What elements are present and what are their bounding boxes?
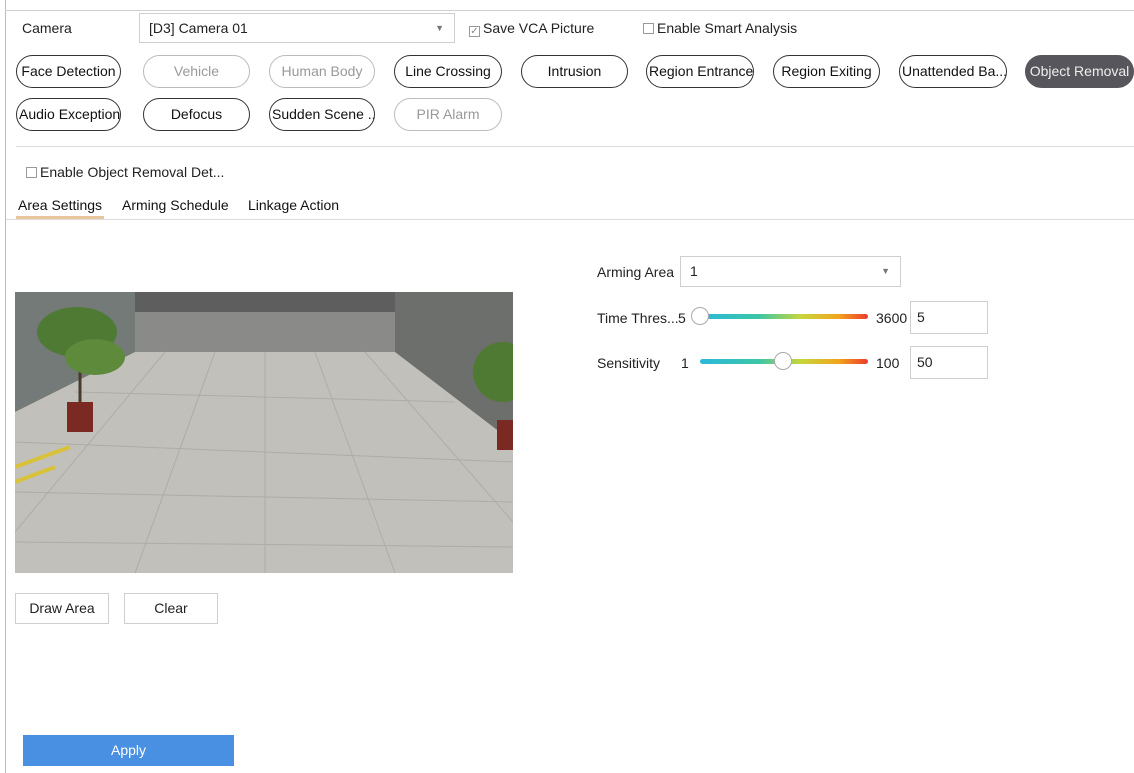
region-entrance-button[interactable]: Region Entrance bbox=[646, 55, 754, 88]
line-crossing-button[interactable]: Line Crossing bbox=[394, 55, 502, 88]
sensitivity-min: 1 bbox=[681, 355, 689, 371]
face-detection-button[interactable]: Face Detection bbox=[16, 55, 121, 88]
audio-exception-button[interactable]: Audio Exception bbox=[16, 98, 121, 131]
time-threshold-input[interactable]: 5 bbox=[910, 301, 988, 334]
time-threshold-label: Time Thres... bbox=[597, 310, 679, 326]
arming-area-label: Arming Area bbox=[597, 264, 675, 280]
clear-button[interactable]: Clear bbox=[124, 593, 218, 624]
sensitivity-input[interactable]: 50 bbox=[910, 346, 988, 379]
sensitivity-max: 100 bbox=[876, 355, 900, 371]
tab-arming-schedule[interactable]: Arming Schedule bbox=[122, 197, 229, 213]
section-divider bbox=[16, 146, 1134, 147]
camera-select-value: [D3] Camera 01 bbox=[149, 20, 248, 36]
sensitivity-slider-handle[interactable] bbox=[774, 352, 792, 370]
checkbox-icon bbox=[26, 167, 37, 178]
smart-analysis-label: Enable Smart Analysis bbox=[657, 20, 798, 36]
time-threshold-min: 5 bbox=[678, 310, 686, 326]
save-vca-label: Save VCA Picture bbox=[483, 20, 595, 36]
camera-select[interactable]: [D3] Camera 01 ▼ bbox=[139, 13, 455, 43]
sudden-scene-change-button[interactable]: Sudden Scene ... bbox=[269, 98, 375, 131]
save-vca-checkbox[interactable]: ✓ Save VCA Picture bbox=[469, 20, 594, 37]
camera-label: Camera bbox=[22, 20, 72, 36]
intrusion-button[interactable]: Intrusion bbox=[521, 55, 628, 88]
defocus-button[interactable]: Defocus bbox=[143, 98, 250, 131]
sensitivity-label: Sensitivity bbox=[597, 355, 661, 371]
caret-down-icon: ▼ bbox=[881, 266, 890, 276]
corridor-scene-image bbox=[15, 292, 513, 573]
human-body-button[interactable]: Human Body bbox=[269, 55, 375, 88]
checkbox-icon bbox=[643, 23, 654, 34]
region-exiting-button[interactable]: Region Exiting bbox=[773, 55, 880, 88]
enable-object-removal-label: Enable Object Removal Det... bbox=[40, 164, 225, 180]
tabs-divider bbox=[6, 219, 1134, 220]
smart-analysis-checkbox[interactable]: Enable Smart Analysis bbox=[643, 20, 797, 36]
time-threshold-slider[interactable] bbox=[700, 314, 868, 319]
object-removal-button[interactable]: Object Removal bbox=[1025, 55, 1134, 88]
window-border-left bbox=[5, 0, 6, 773]
enable-object-removal-checkbox[interactable]: Enable Object Removal Det... bbox=[26, 164, 224, 180]
pir-alarm-button[interactable]: PIR Alarm bbox=[394, 98, 502, 131]
vehicle-button[interactable]: Vehicle bbox=[143, 55, 250, 88]
tab-area-settings[interactable]: Area Settings bbox=[18, 197, 102, 213]
tab-linkage-action[interactable]: Linkage Action bbox=[248, 197, 339, 213]
time-threshold-slider-handle[interactable] bbox=[691, 307, 709, 325]
window-border-top bbox=[5, 10, 1134, 11]
unattended-baggage-button[interactable]: Unattended Ba... bbox=[899, 55, 1007, 88]
checkbox-icon: ✓ bbox=[469, 26, 480, 37]
time-threshold-max: 3600 bbox=[876, 310, 908, 326]
camera-preview[interactable] bbox=[15, 292, 513, 573]
draw-area-button[interactable]: Draw Area bbox=[15, 593, 109, 624]
apply-button[interactable]: Apply bbox=[23, 735, 234, 766]
arming-area-value: 1 bbox=[690, 263, 698, 279]
arming-area-select[interactable]: 1 ▼ bbox=[680, 256, 901, 287]
caret-down-icon: ▼ bbox=[435, 23, 444, 33]
